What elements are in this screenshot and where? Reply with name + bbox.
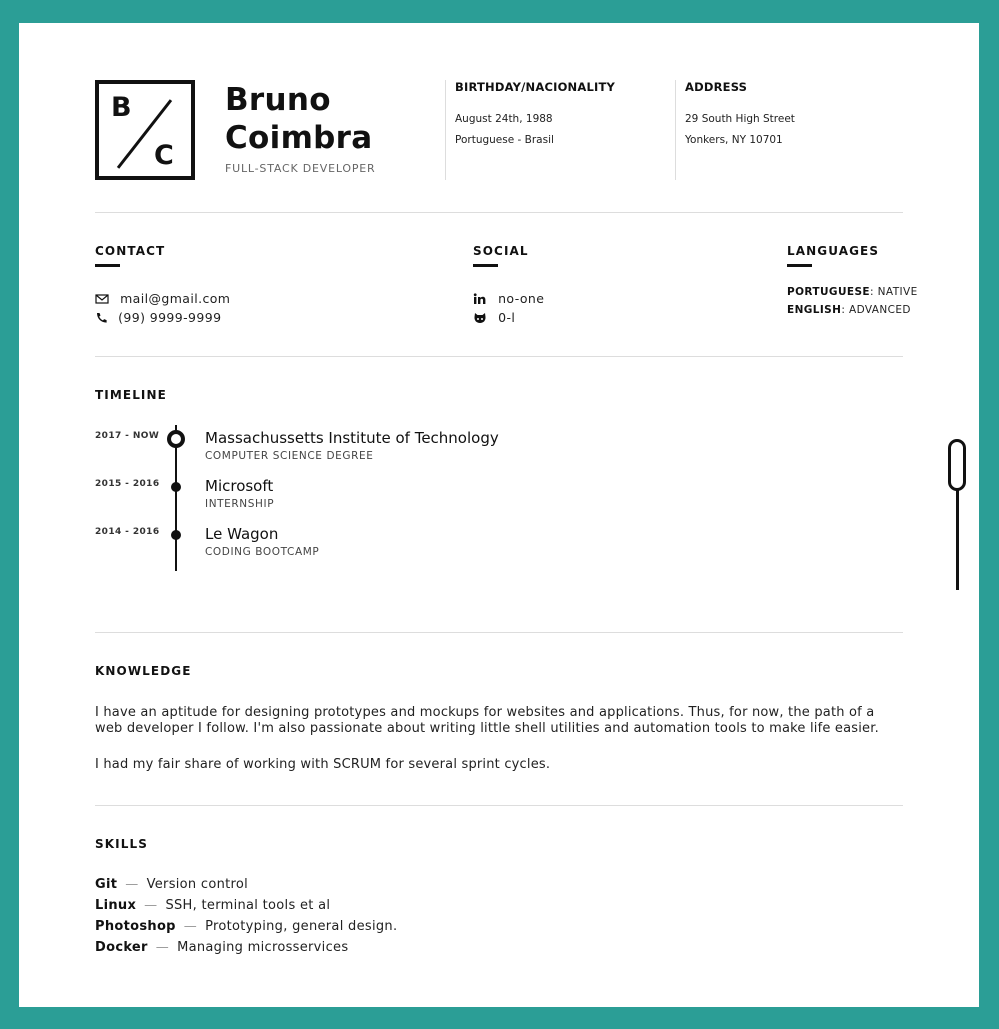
skill-name: Docker — [95, 940, 148, 955]
phone-row: (99) 9999-9999 — [95, 307, 221, 326]
phone-link[interactable]: (99) 9999-9999 — [118, 310, 221, 325]
timeline-item-title: Massachussetts Institute of Technology — [205, 429, 499, 447]
section-divider — [95, 356, 903, 357]
timeline-marker-current — [167, 430, 185, 448]
timeline-item-subtitle: COMPUTER SCIENCE DEGREE — [205, 450, 374, 462]
skill-item: Docker — Managing microsservices — [95, 940, 348, 955]
skills-title: SKILLS — [95, 837, 148, 851]
logo-letter-c: C — [154, 140, 174, 171]
skill-separator: — — [155, 940, 170, 955]
github-row: 0-l — [473, 307, 515, 326]
scroll-indicator-handle[interactable] — [948, 439, 966, 491]
contact-title: CONTACT — [95, 244, 166, 258]
first-name: Bruno — [225, 82, 331, 118]
github-icon — [474, 313, 486, 323]
timeline-marker — [171, 530, 181, 540]
knowledge-paragraph: I have an aptitude for designing prototy… — [95, 705, 879, 736]
skill-separator: — — [144, 898, 158, 913]
language-item: ENGLISH: ADVANCED — [787, 304, 911, 316]
linkedin-icon — [473, 293, 486, 304]
title-underline — [95, 264, 120, 267]
section-divider — [95, 212, 903, 213]
birth-date: August 24th, 1988 — [455, 113, 553, 125]
logo-letter-b: B — [111, 92, 132, 123]
header-divider — [675, 80, 676, 180]
email-link[interactable]: mail@gmail.com — [120, 291, 230, 306]
last-name: Coimbra — [225, 120, 373, 156]
timeline-date: 2017 - NOW — [95, 431, 160, 441]
social-title: SOCIAL — [473, 244, 529, 258]
language-level: ADVANCED — [849, 304, 911, 316]
section-divider — [95, 805, 903, 806]
section-divider — [95, 632, 903, 633]
birthday-title: BIRTHDAY/NACIONALITY — [455, 80, 616, 94]
person-name: Bruno Coimbra — [225, 81, 372, 157]
language-name: ENGLISH — [787, 304, 842, 316]
linkedin-row: no-one — [473, 288, 544, 307]
timeline-item-title: Microsoft — [205, 477, 274, 495]
language-level: NATIVE — [877, 286, 918, 298]
skill-description: SSH, terminal tools et al — [165, 898, 331, 913]
linkedin-link[interactable]: no-one — [498, 291, 544, 306]
scroll-indicator-track — [956, 489, 959, 590]
header-divider — [445, 80, 446, 180]
language-name: PORTUGUESE — [787, 286, 870, 298]
knowledge-paragraph: I had my fair share of working with SCRU… — [95, 757, 551, 772]
logo-monogram: B C — [95, 80, 195, 180]
skill-description: Managing microsservices — [177, 940, 349, 955]
languages-title: LANGUAGES — [787, 244, 880, 258]
title-underline — [787, 264, 812, 267]
email-row: mail@gmail.com — [95, 288, 230, 307]
address-line-1: 29 South High Street — [685, 113, 795, 125]
resume-page: B C Bruno Coimbra FULL-STACK DEVELOPER B… — [19, 23, 979, 1007]
phone-icon — [97, 313, 107, 323]
skill-description: Version control — [146, 877, 249, 892]
timeline-date: 2014 - 2016 — [95, 527, 160, 537]
job-title: FULL-STACK DEVELOPER — [225, 162, 376, 175]
skill-item: Linux — SSH, terminal tools et al — [95, 898, 330, 913]
skill-name: Photoshop — [95, 919, 176, 934]
skill-item: Photoshop — Prototyping, general design. — [95, 919, 397, 934]
title-underline — [473, 264, 498, 267]
skill-separator: — — [125, 877, 139, 892]
timeline-item-subtitle: INTERNSHIP — [205, 498, 275, 510]
address-title: ADDRESS — [685, 80, 748, 94]
skill-separator: — — [183, 919, 198, 934]
timeline-item-title: Le Wagon — [205, 525, 279, 543]
skill-item: Git — Version control — [95, 877, 248, 892]
timeline-marker — [171, 482, 181, 492]
timeline-date: 2015 - 2016 — [95, 479, 160, 489]
skill-name: Git — [95, 877, 118, 892]
language-item: PORTUGUESE: NATIVE — [787, 286, 918, 298]
address-line-2: Yonkers, NY 10701 — [685, 134, 783, 146]
timeline-title: TIMELINE — [95, 388, 167, 402]
envelope-icon — [95, 294, 109, 304]
skill-description: Prototyping, general design. — [205, 919, 398, 934]
timeline-item-subtitle: CODING BOOTCAMP — [205, 546, 320, 558]
github-link[interactable]: 0-l — [498, 310, 515, 325]
knowledge-title: KNOWLEDGE — [95, 664, 192, 678]
skill-name: Linux — [95, 898, 137, 913]
nationality: Portuguese - Brasil — [455, 134, 554, 146]
